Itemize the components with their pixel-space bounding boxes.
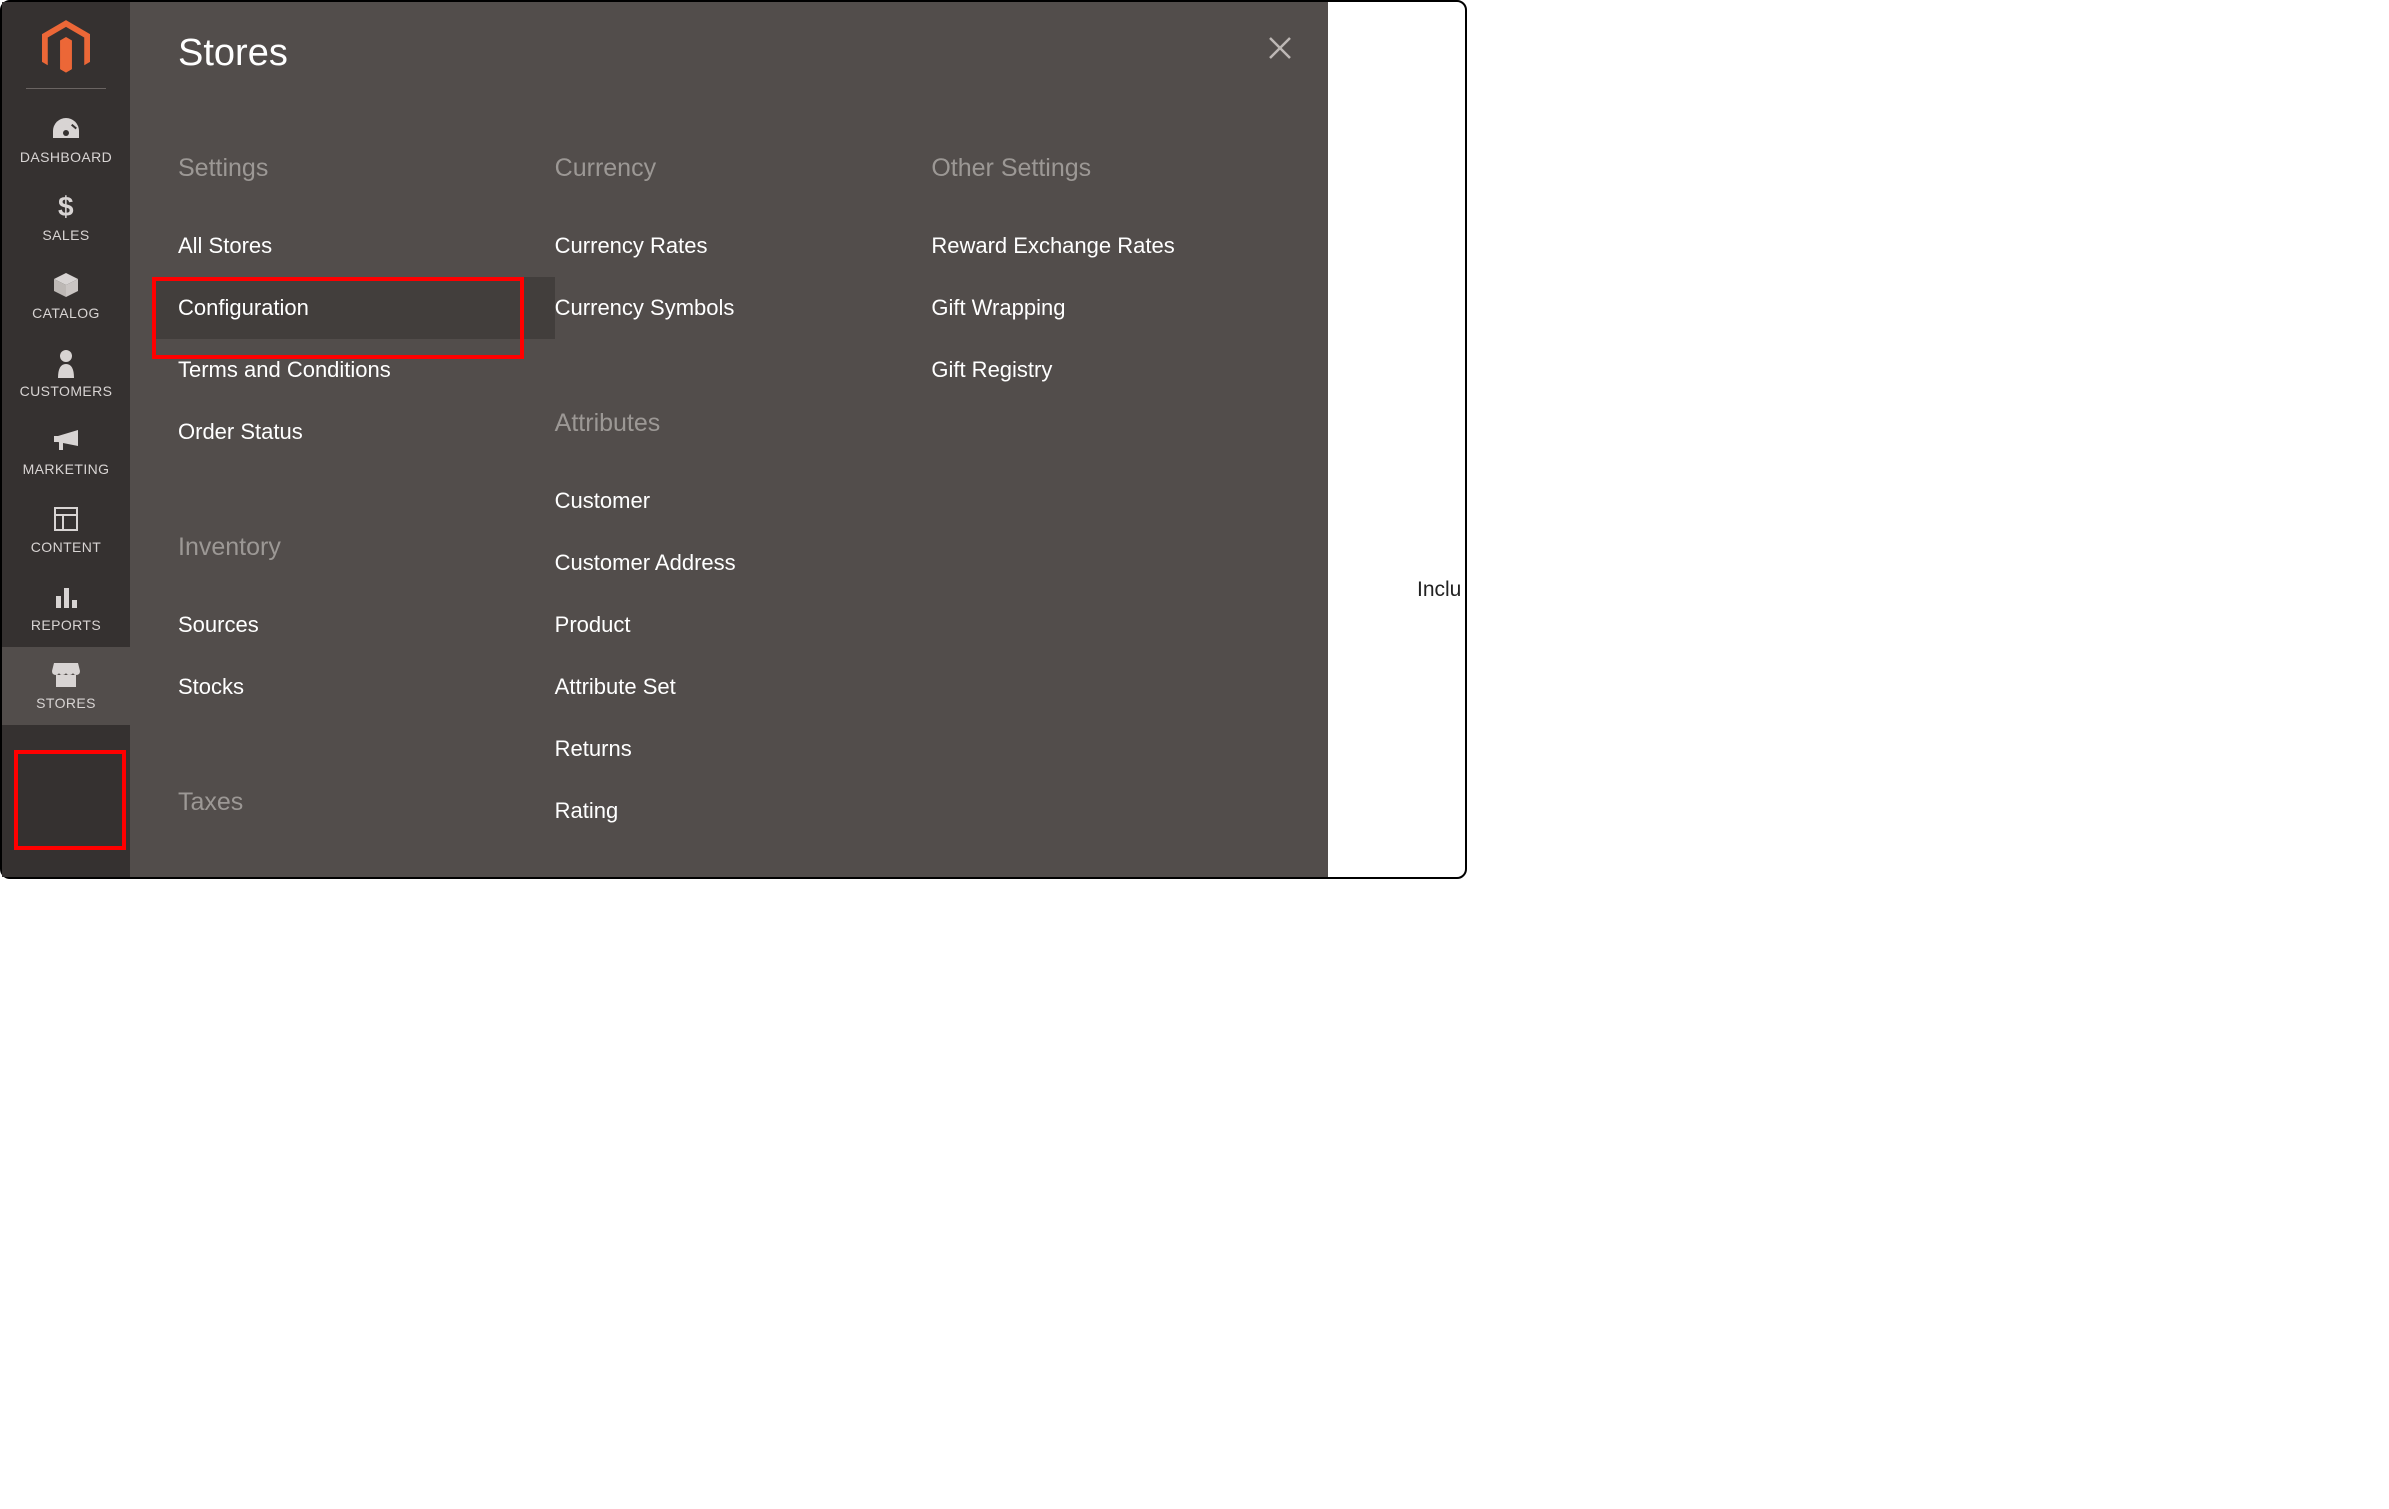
group-title-currency: Currency [555,154,912,183]
sidebar-item-label: MARKETING [23,461,110,477]
link-attr-rating[interactable]: Rating [555,780,912,842]
flyout-column-2: Currency Currency Rates Currency Symbols… [555,142,932,849]
group-title-other-settings: Other Settings [931,154,1288,183]
link-attr-customer[interactable]: Customer [555,470,912,532]
sidebar-item-marketing[interactable]: MARKETING [2,413,130,491]
sidebar-item-label: SALES [42,227,89,243]
link-terms-and-conditions[interactable]: Terms and Conditions [178,339,535,401]
sidebar-item-label: STORES [36,695,96,711]
dollar-icon: $ [56,191,76,223]
sidebar-item-label: CUSTOMERS [20,383,113,399]
group-title-settings: Settings [178,154,535,183]
flyout-column-3: Other Settings Reward Exchange Rates Gif… [931,142,1308,849]
flyout-columns: Settings All Stores Configuration Terms … [178,142,1308,849]
link-attr-returns[interactable]: Returns [555,718,912,780]
admin-sidebar: DASHBOARD $ SALES CATALOG CUSTOMERS MARK… [2,2,130,877]
link-stocks[interactable]: Stocks [178,656,535,718]
dashboard-icon [51,113,81,145]
store-icon [51,659,81,691]
link-currency-symbols[interactable]: Currency Symbols [555,277,912,339]
link-currency-rates[interactable]: Currency Rates [555,215,912,277]
link-gift-registry[interactable]: Gift Registry [931,339,1288,401]
flyout-column-1: Settings All Stores Configuration Terms … [178,142,555,849]
box-icon [52,269,80,301]
sidebar-item-customers[interactable]: CUSTOMERS [2,335,130,413]
sidebar-divider [26,88,106,89]
link-attr-product[interactable]: Product [555,594,912,656]
link-order-status[interactable]: Order Status [178,401,535,463]
link-reward-exchange-rates[interactable]: Reward Exchange Rates [931,215,1288,277]
background-partial-text: Inclu [1417,578,1465,602]
sidebar-item-reports[interactable]: REPORTS [2,569,130,647]
group-title-inventory: Inventory [178,533,535,562]
link-attr-attribute-set[interactable]: Attribute Set [555,656,912,718]
layout-icon [53,503,79,535]
link-configuration[interactable]: Configuration [154,277,555,339]
sidebar-item-label: DASHBOARD [20,149,112,165]
megaphone-icon [52,425,80,457]
svg-text:$: $ [58,192,74,222]
sidebar-item-stores[interactable]: STORES [2,647,130,725]
magento-logo-icon [42,20,90,76]
link-all-stores[interactable]: All Stores [178,215,535,277]
sidebar-item-sales[interactable]: $ SALES [2,179,130,257]
sidebar-item-label: CATALOG [32,305,100,321]
link-attr-customer-address[interactable]: Customer Address [555,532,912,594]
stores-flyout-panel: Stores Settings All Stores Configuration… [130,2,1328,877]
close-button[interactable] [1262,30,1298,66]
flyout-title: Stores [178,32,288,75]
link-gift-wrapping[interactable]: Gift Wrapping [931,277,1288,339]
sidebar-item-dashboard[interactable]: DASHBOARD [2,101,130,179]
sidebar-item-label: REPORTS [31,617,101,633]
group-title-attributes: Attributes [555,409,912,438]
person-icon [55,347,77,379]
sidebar-item-catalog[interactable]: CATALOG [2,257,130,335]
group-title-taxes: Taxes [178,788,535,817]
sidebar-item-label: CONTENT [31,539,101,555]
bar-chart-icon [53,581,79,613]
link-sources[interactable]: Sources [178,594,535,656]
sidebar-item-content[interactable]: CONTENT [2,491,130,569]
